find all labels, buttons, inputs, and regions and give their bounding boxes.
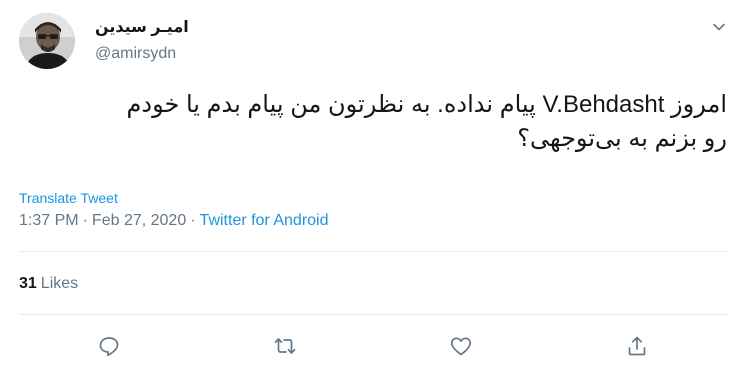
retweet-button[interactable] xyxy=(272,333,298,359)
divider xyxy=(19,314,729,315)
avatar[interactable] xyxy=(19,13,75,69)
divider xyxy=(19,251,729,252)
tweet-text: امروز V.Behdasht پیام نداده. به نظرتون م… xyxy=(19,88,727,156)
meta-separator: · xyxy=(82,212,88,229)
likes-label: Likes xyxy=(40,275,79,292)
meta-separator: · xyxy=(190,212,196,229)
avatar-image xyxy=(19,13,75,69)
translate-tweet-link[interactable]: Translate Tweet xyxy=(19,190,118,206)
share-icon xyxy=(628,336,646,356)
tweet-card: امیـر سیدین @amirsydn امروز V.Behdasht پ… xyxy=(0,0,748,376)
more-options-button[interactable] xyxy=(707,15,731,39)
display-name[interactable]: امیـر سیدین xyxy=(95,17,189,37)
tweet-time[interactable]: 1:37 PM xyxy=(19,212,79,229)
heart-icon xyxy=(450,337,472,356)
reply-icon xyxy=(99,337,119,357)
tweet-date[interactable]: Feb 27, 2020 xyxy=(92,212,186,229)
tweet-metadata: 1:37 PM · Feb 27, 2020 · Twitter for Android xyxy=(19,212,329,230)
tweet-text-line: رو بزنم به بی‌توجهی؟ xyxy=(517,125,727,152)
user-handle[interactable]: @amirsydn xyxy=(95,45,176,63)
likes-count: 31 xyxy=(19,275,37,292)
retweet-icon xyxy=(274,338,296,354)
chevron-down-icon xyxy=(713,23,725,31)
reply-button[interactable] xyxy=(96,333,122,359)
tweet-source-link[interactable]: Twitter for Android xyxy=(200,212,329,229)
tweet-text-line: امروز V.Behdasht پیام نداده. به نظرتون م… xyxy=(126,91,727,118)
share-button[interactable] xyxy=(624,333,650,359)
likes-stat[interactable]: 31 Likes xyxy=(19,275,78,293)
like-button[interactable] xyxy=(448,333,474,359)
